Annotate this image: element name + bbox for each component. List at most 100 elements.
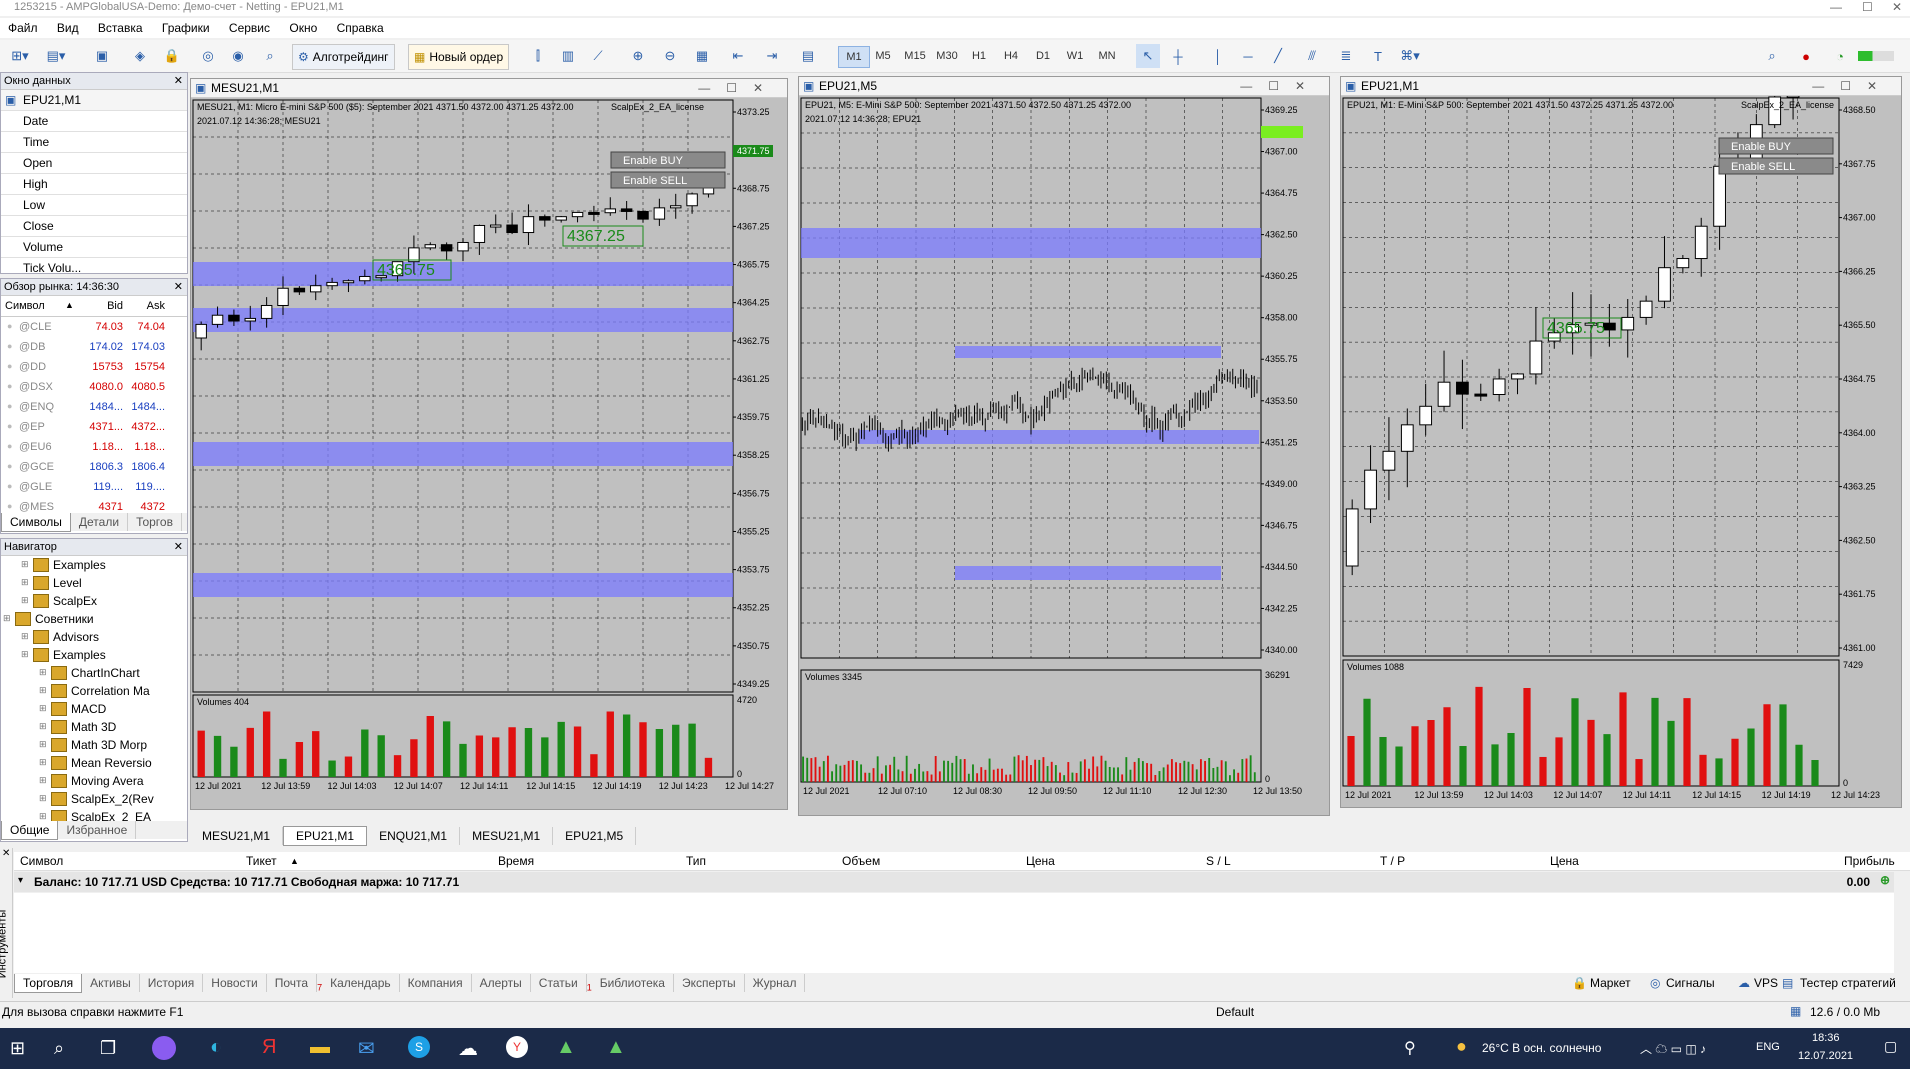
timeframe-m1[interactable]: M1 bbox=[838, 46, 870, 68]
timeframe-m5[interactable]: M5 bbox=[868, 46, 898, 66]
close-icon[interactable]: ✕ bbox=[174, 539, 183, 555]
market-watch-row[interactable]: ● @DSX 4080.0 4080.5 bbox=[1, 377, 187, 397]
chart-tab[interactable]: MESU21,M1 bbox=[460, 827, 554, 845]
templates-icon[interactable]: ▤ bbox=[796, 44, 820, 68]
weather-text[interactable]: 26°C В осн. солнечно bbox=[1482, 1041, 1601, 1055]
clock-time[interactable]: 18:36 bbox=[1812, 1032, 1840, 1044]
new-order-button[interactable]: ▦ Новый ордер bbox=[408, 44, 510, 70]
menu-tools[interactable]: Сервис bbox=[221, 18, 278, 38]
clock-date[interactable]: 12.07.2021 bbox=[1798, 1050, 1853, 1062]
navigator-item[interactable]: ⊞ Mean Reversio bbox=[1, 754, 187, 772]
explorer-icon[interactable]: ▬ bbox=[310, 1036, 330, 1059]
crosshair-icon[interactable]: ┼ bbox=[1166, 44, 1190, 68]
navigator-item[interactable]: ⊞ Examples bbox=[1, 556, 187, 574]
tab-symbols[interactable]: Символы bbox=[1, 513, 71, 532]
yandex-browser-icon[interactable]: Y bbox=[506, 1036, 528, 1058]
market-watch-row[interactable]: ● @DD 15753 15754 bbox=[1, 357, 187, 377]
market-watch-row[interactable]: ● @EU6 1.18... 1.18... bbox=[1, 437, 187, 457]
signals-button[interactable]: Сигналы bbox=[1666, 976, 1715, 990]
tab-trading[interactable]: Торгов bbox=[128, 513, 182, 531]
menu-window[interactable]: Окно bbox=[281, 18, 325, 38]
col-price[interactable]: Цена bbox=[1026, 854, 1055, 868]
notifications-icon[interactable]: ▢ bbox=[1884, 1038, 1897, 1055]
add-icon[interactable]: ⊕ bbox=[1880, 873, 1890, 887]
col-bid[interactable]: Bid bbox=[89, 300, 123, 312]
tray-icons[interactable]: ︿ ☁ ▭ ◫ ♪ bbox=[1640, 1040, 1706, 1057]
window-controls[interactable]: —☐✕ bbox=[1240, 77, 1321, 95]
col-profit[interactable]: Прибыль bbox=[1844, 854, 1895, 868]
navigator-item[interactable]: ⊞ Level bbox=[1, 574, 187, 592]
timeframe-d1[interactable]: D1 bbox=[1028, 46, 1058, 66]
close-icon[interactable]: ✕ bbox=[174, 73, 183, 89]
menu-help[interactable]: Справка bbox=[329, 18, 392, 38]
terminal-tab[interactable]: Эксперты bbox=[674, 974, 745, 992]
market-button[interactable]: Маркет bbox=[1590, 976, 1631, 990]
navigator-item[interactable]: ⊞ Correlation Ma bbox=[1, 682, 187, 700]
chart-tab[interactable]: ENQU21,M1 bbox=[367, 827, 461, 845]
expand-icon[interactable]: ⊞ bbox=[21, 595, 29, 606]
metatrader-icon-2[interactable]: ▲ bbox=[606, 1036, 626, 1059]
expand-icon[interactable]: ⊞ bbox=[39, 685, 47, 696]
navigator-icon[interactable]: ◉ bbox=[226, 44, 250, 68]
timeframe-mn[interactable]: MN bbox=[1092, 46, 1122, 66]
navigator-item[interactable]: ⊞ Moving Avera bbox=[1, 772, 187, 790]
cortana-icon[interactable] bbox=[152, 1036, 176, 1060]
minimize-icon[interactable]: — bbox=[1830, 0, 1842, 14]
fibonacci-icon[interactable]: ≣ bbox=[1334, 44, 1358, 68]
task-view-icon[interactable]: ❐ bbox=[100, 1038, 116, 1059]
terminal-tab[interactable]: Компания bbox=[400, 974, 472, 992]
market-watch-row[interactable]: ● @EP 4371... 4372... bbox=[1, 417, 187, 437]
market-watch-row[interactable]: ● @GCE 1806.3 1806.4 bbox=[1, 457, 187, 477]
navigator-item[interactable]: ⊞ Examples bbox=[1, 646, 187, 664]
signals-icon[interactable]: ◎ bbox=[196, 44, 220, 68]
terminal-tab[interactable]: Календарь bbox=[322, 974, 400, 992]
chart-window-titlebar[interactable]: ▣ MESU21,M1 —☐✕ bbox=[191, 79, 787, 98]
mail-notification-icon[interactable]: ● bbox=[1794, 44, 1818, 68]
text-icon[interactable]: T bbox=[1366, 44, 1390, 68]
candles-icon[interactable]: ▥ bbox=[556, 44, 580, 68]
col-tp[interactable]: T / P bbox=[1380, 854, 1405, 868]
menu-charts[interactable]: Графики bbox=[154, 18, 218, 38]
col-type[interactable]: Тип bbox=[686, 854, 706, 868]
lock-icon[interactable]: 🔒 bbox=[160, 44, 184, 68]
navigator-item[interactable]: ⊞ Math 3D bbox=[1, 718, 187, 736]
language-indicator[interactable]: ENG bbox=[1756, 1041, 1780, 1053]
chart-tab[interactable]: EPU21,M1 bbox=[283, 826, 368, 846]
profiles-icon[interactable]: ▤▾ bbox=[44, 44, 68, 68]
line-chart-icon[interactable]: ⟋ bbox=[586, 44, 610, 68]
yandex-icon[interactable]: Я bbox=[262, 1036, 276, 1059]
expand-icon[interactable]: ⊞ bbox=[39, 757, 47, 768]
terminal-tab[interactable]: Почта bbox=[267, 974, 318, 992]
timeframe-m30[interactable]: M30 bbox=[932, 46, 962, 66]
navigator-item[interactable]: ⊞ Math 3D Morp bbox=[1, 736, 187, 754]
new-chart-icon[interactable]: ⊞▾ bbox=[8, 44, 32, 68]
timeframe-m15[interactable]: M15 bbox=[900, 46, 930, 66]
expand-icon[interactable]: ⊞ bbox=[39, 793, 47, 804]
expand-icon[interactable]: ⊞ bbox=[39, 739, 47, 750]
tab-common[interactable]: Общие bbox=[1, 821, 59, 840]
autoscroll-icon[interactable]: ⇥ bbox=[760, 44, 784, 68]
chart-canvas[interactable]: 4373.254370.254368.754367.254365.754364.… bbox=[191, 98, 787, 809]
timeframe-h1[interactable]: H1 bbox=[964, 46, 994, 66]
terminal-tab[interactable]: Журнал bbox=[745, 974, 806, 992]
expand-icon[interactable]: ⊞ bbox=[39, 775, 47, 786]
timeframe-w1[interactable]: W1 bbox=[1060, 46, 1090, 66]
expand-icon[interactable]: ⊞ bbox=[21, 577, 29, 588]
expand-icon[interactable]: ⊞ bbox=[21, 631, 29, 642]
chart-window-titlebar[interactable]: ▣ EPU21,M5 —☐✕ bbox=[799, 77, 1329, 96]
expand-icon[interactable]: ⊞ bbox=[39, 721, 47, 732]
shapes-icon[interactable]: ⌘▾ bbox=[1398, 44, 1422, 68]
menu-file[interactable]: Файл bbox=[0, 18, 46, 38]
col-price-current[interactable]: Цена bbox=[1550, 854, 1579, 868]
search-icon[interactable]: ⌕ bbox=[54, 1038, 64, 1059]
signal-level-icon[interactable]: ◔ bbox=[1828, 44, 1852, 68]
terminal-tab[interactable]: Алерты bbox=[472, 974, 531, 992]
market-watch-row[interactable]: ● @GLE 119.... 119.... bbox=[1, 477, 187, 497]
navigator-item[interactable]: ⊞ Советники bbox=[1, 610, 187, 628]
terminal-tab[interactable]: Новости bbox=[203, 974, 267, 992]
zoom-in-icon[interactable]: ⊕ bbox=[626, 44, 650, 68]
vps-button[interactable]: VPS bbox=[1754, 976, 1778, 990]
terminal-tab[interactable]: Торговля bbox=[14, 974, 83, 993]
tab-favorites[interactable]: Избранное bbox=[58, 821, 137, 839]
bar-chart-icon[interactable]: ⫿ bbox=[526, 44, 550, 68]
